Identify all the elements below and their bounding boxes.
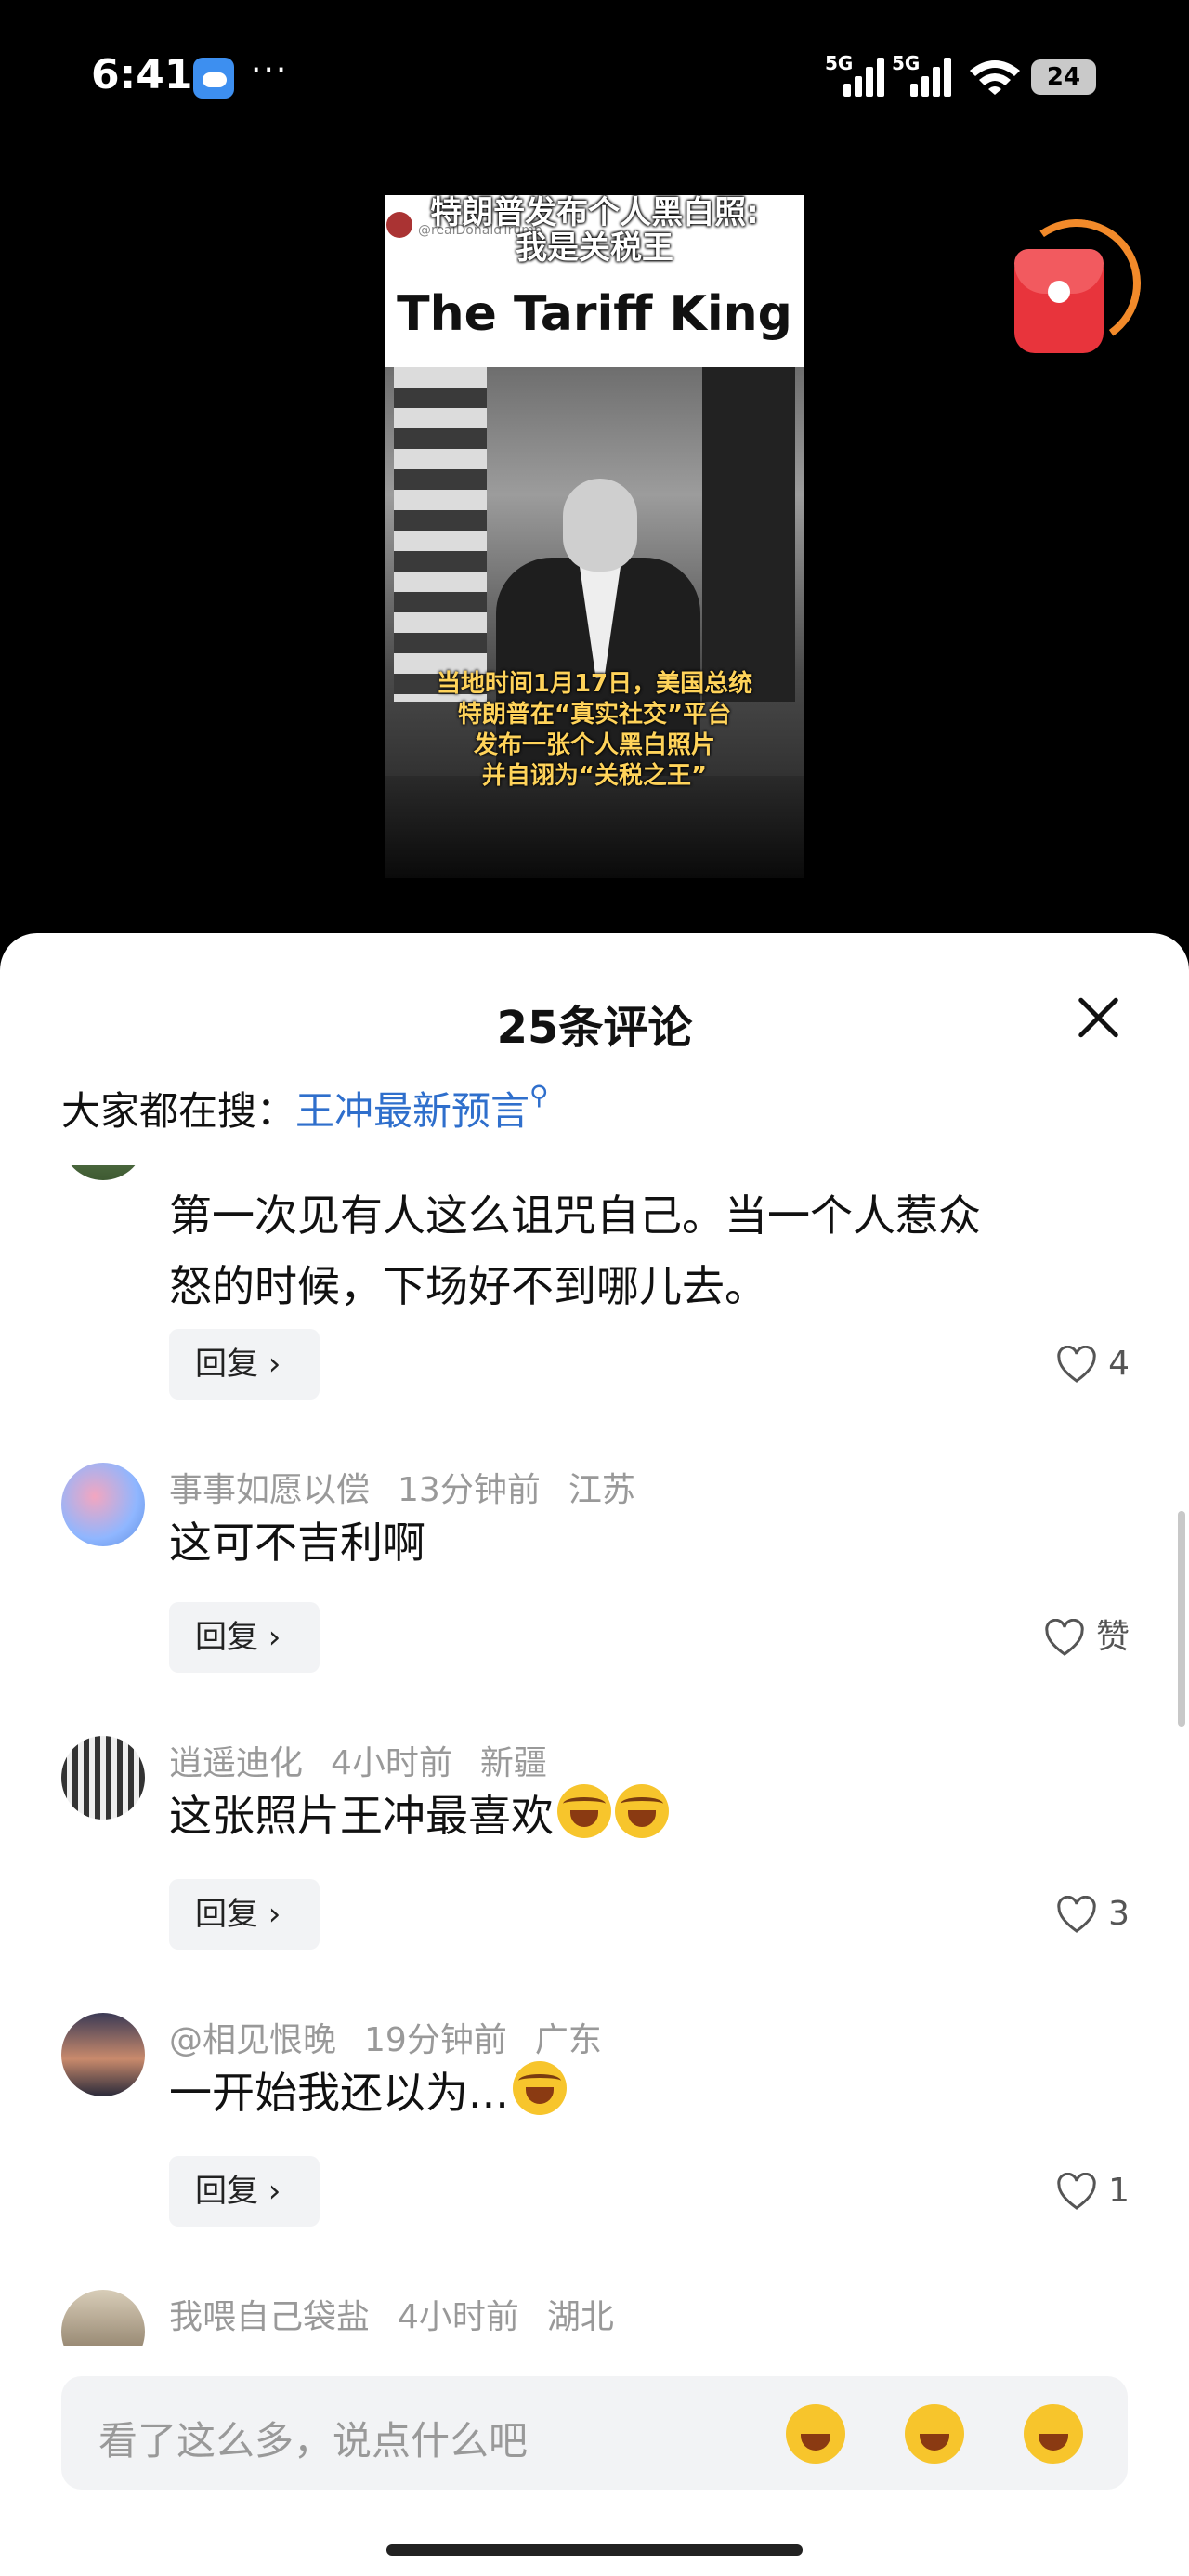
like-button[interactable]: 4 xyxy=(1056,1336,1130,1392)
home-indicator[interactable] xyxy=(386,2544,803,2556)
comment-text: 这张照片王冲最喜欢 xyxy=(169,1781,669,1851)
magnifier-icon: ⚲ xyxy=(529,1080,549,1111)
comment-input[interactable]: 看了这么多，说点什么吧 xyxy=(61,2376,1128,2490)
comment-location: 新疆 xyxy=(479,1744,547,1782)
laughing-crying-emoji-icon xyxy=(512,2061,567,2115)
comment-sheet: 25条评论 大家都在搜：王冲最新预言⚲ 第一次见有人这么诅咒自己。当一个人惹众 … xyxy=(0,933,1189,2576)
comment-location: 湖北 xyxy=(546,2298,614,2336)
reply-button[interactable]: 回复 › xyxy=(169,1329,320,1400)
battery-indicator: 24 xyxy=(1031,59,1096,95)
comment-time: 4小时前 xyxy=(398,2298,519,2336)
like-count: 赞 xyxy=(1095,1618,1130,1656)
comment-meta: 我喂自己袋盐 4小时前 湖北 xyxy=(169,2290,642,2338)
close-icon[interactable] xyxy=(1076,994,1122,1041)
cellular-signal-icon-2: 5G xyxy=(892,52,959,97)
username[interactable]: 事事如愿以偿 xyxy=(169,1471,370,1509)
trending-search-link[interactable]: 王冲最新预言 xyxy=(295,1088,529,1134)
comment-list[interactable]: 第一次见有人这么诅咒自己。当一个人惹众 怒的时候，下场好不到哪儿去。 回复 › … xyxy=(0,1165,1189,2346)
flag-left xyxy=(394,367,487,702)
trending-search-label: 大家都在搜： xyxy=(61,1088,296,1134)
user-avatar[interactable] xyxy=(61,1165,145,1180)
comment-meta: 逍遥迪化 4小时前 新疆 xyxy=(169,1736,575,1784)
grinning-emoji-icon[interactable] xyxy=(1024,2404,1083,2464)
heart-icon xyxy=(1057,2173,1096,2210)
wifi-icon xyxy=(970,60,1020,95)
trending-search-row: 大家都在搜：王冲最新预言⚲ xyxy=(61,1080,549,1137)
laughing-crying-emoji-icon xyxy=(615,1784,669,1838)
like-count: 3 xyxy=(1108,1895,1130,1933)
like-button[interactable]: 赞 xyxy=(1044,1610,1130,1665)
status-bar: 6:41 ··· 5G 5G 24 xyxy=(0,0,1189,158)
comment-location: 广东 xyxy=(534,2021,602,2059)
video-photo xyxy=(385,367,804,878)
user-avatar[interactable] xyxy=(61,1463,145,1546)
reply-button[interactable]: 回复 › xyxy=(169,1879,320,1950)
like-count: 4 xyxy=(1108,1345,1130,1383)
heart-icon xyxy=(1045,1619,1084,1656)
username[interactable]: 逍遥迪化 xyxy=(169,1744,303,1782)
video-headline: The Tariff King xyxy=(397,286,792,342)
like-count: 1 xyxy=(1108,2172,1130,2210)
heart-icon xyxy=(1057,1896,1096,1933)
reply-button[interactable]: 回复 › xyxy=(169,2156,320,2227)
more-notifications-icon: ··· xyxy=(251,51,289,89)
like-button[interactable]: 3 xyxy=(1056,1886,1130,1942)
user-avatar[interactable] xyxy=(61,2290,145,2346)
comment-count-title: 25条评论 xyxy=(496,1002,693,1054)
laughing-crying-emoji-icon[interactable] xyxy=(786,2404,845,2464)
video-top-caption: 特朗普发布个人黑白照: 我是关税王 xyxy=(430,195,759,267)
comment-time: 13分钟前 xyxy=(398,1471,541,1509)
video-frame[interactable]: @realDonaldTrump 特朗普发布个人黑白照: 我是关税王 The T… xyxy=(385,195,804,878)
comment-time: 19分钟前 xyxy=(364,2021,507,2059)
username[interactable]: @相见恨晚 xyxy=(169,2021,336,2059)
star-eyes-emoji-icon[interactable] xyxy=(905,2404,964,2464)
cellular-signal-icon: 5G xyxy=(825,52,884,97)
app-screen: 6:41 ··· 5G 5G 24 @realDonaldTrump 特朗普发布… xyxy=(0,0,1189,2576)
user-avatar[interactable] xyxy=(61,2013,145,2096)
clock: 6:41 xyxy=(91,51,193,99)
comment-location: 江苏 xyxy=(568,1471,635,1509)
comment-time: 4小时前 xyxy=(331,1744,452,1782)
heart-icon xyxy=(1057,1346,1096,1383)
user-avatar[interactable] xyxy=(61,1736,145,1820)
comment-text: 第一次见有人这么诅咒自己。当一个人惹众 怒的时候，下场好不到哪儿去。 xyxy=(169,1190,981,1311)
scrollbar[interactable] xyxy=(1178,1511,1185,1727)
weather-icon xyxy=(193,58,234,99)
reply-button[interactable]: 回复 › xyxy=(169,1602,320,1673)
laughing-crying-emoji-icon xyxy=(557,1784,611,1838)
red-packet-icon[interactable] xyxy=(1014,249,1104,353)
flag-right xyxy=(702,367,795,702)
username[interactable]: 我喂自己袋盐 xyxy=(169,2298,370,2336)
comment-text: 一开始我还以为... xyxy=(169,2057,567,2128)
comment-input-placeholder: 看了这么多，说点什么吧 xyxy=(98,2418,529,2464)
comment-meta: 事事如愿以偿 13分钟前 江苏 xyxy=(169,1463,663,1511)
comment-meta: @相见恨晚 19分钟前 广东 xyxy=(169,2013,630,2061)
like-button[interactable]: 1 xyxy=(1056,2163,1130,2219)
video-bottom-caption: 当地时间1月17日，美国总统 特朗普在“真实社交”平台 发布一张个人黑白照片 并… xyxy=(436,670,753,790)
comment-text: 这可不吉利啊 xyxy=(169,1518,425,1568)
